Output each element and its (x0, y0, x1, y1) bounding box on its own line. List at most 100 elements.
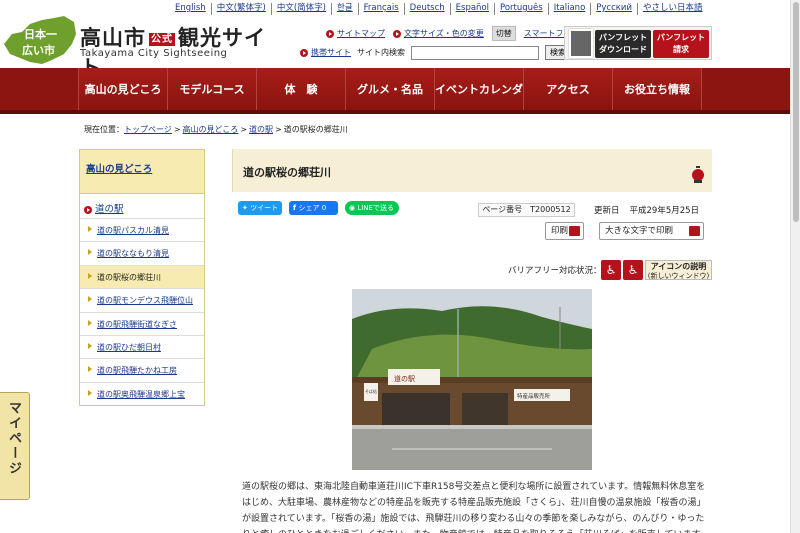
nav-item[interactable]: 高山の見どころ (78, 68, 167, 110)
side-nav-item-label: 道の駅飛騨たかね工房 (97, 366, 177, 376)
breadcrumb-top[interactable]: トップページ (124, 125, 172, 134)
pamphlet-request-line2: 請求 (673, 45, 689, 54)
mobile-site-label: 携帯サイト (311, 48, 351, 57)
side-nav-item-label: 道の駅ななもり清見 (97, 249, 169, 259)
nav-item[interactable]: モデルコース (167, 68, 256, 110)
side-nav-item-label: 道の駅モンデウス飛騨位山 (97, 296, 193, 306)
page-paragraph: 道の駅桜の郷は、東海北陸自動車道荘川IC下車R158号交差点と便利な場所に設置さ… (242, 482, 709, 533)
arrow-icon (326, 29, 334, 38)
global-nav: 高山の見どころ モデルコース体 験グルメ・名品 イベントカレンダー アクセス お役立ち情… (0, 68, 800, 140)
side-nav-category-link[interactable]: 道の駅 (95, 204, 124, 215)
breadcrumb-sights[interactable]: 高山の見どころ (183, 125, 239, 134)
print-button[interactable]: 印刷 (545, 222, 584, 240)
side-nav-item[interactable]: 道の駅飛騨たかね工房 (80, 358, 204, 381)
arrow-icon (393, 29, 401, 38)
language-link[interactable]: 中文(简体字) (270, 3, 331, 15)
nav-item[interactable]: グルメ・名品 (345, 68, 434, 110)
mobile-site-link[interactable]: 携帯サイト (300, 47, 351, 58)
pamphlet-download-button[interactable]: パンフレット ダウンロード (595, 30, 651, 58)
icon-help-sub: (新しいウィンドウ) (647, 272, 710, 280)
side-nav-item[interactable]: 道の駅ななもり清見 (80, 241, 204, 264)
lantern-icon (692, 166, 704, 183)
icon-help-button[interactable]: アイコンの説明 (新しいウィンドウ) (645, 260, 712, 280)
barrier-free-label: バリアフリー対応状況： (508, 266, 602, 276)
sitemap-link[interactable]: サイトマップ (326, 28, 385, 39)
arrow-icon (300, 48, 308, 57)
language-link[interactable]: Español (449, 3, 494, 15)
breadcrumb-sep: > (240, 125, 248, 134)
side-nav-item-label: 道の駅桜の郷荘川 (97, 272, 161, 282)
switch-badge: 切替 (491, 26, 516, 41)
scrollbar-thumb[interactable] (793, 2, 799, 222)
photo-sign-soba: そば処 (365, 388, 377, 394)
triangle-icon (88, 389, 92, 396)
utility-links: サイトマップ 文字サイズ・色の変更 切替 スマートフォン (326, 26, 580, 41)
pamphlet-cover-icon (569, 29, 593, 58)
language-link[interactable]: やさしい日本語 (636, 3, 708, 15)
language-link[interactable]: Português (494, 3, 548, 15)
pamphlet-request-button[interactable]: パンフレット 請求 (653, 30, 709, 58)
page-title-box: 道の駅桜の郷荘川 (232, 149, 712, 192)
side-nav-item-label: 道の駅ひだ朝日村 (97, 342, 161, 352)
language-link[interactable]: Русский (590, 3, 637, 15)
search-input[interactable] (411, 45, 539, 60)
side-nav-heading: 高山の見どころ (80, 150, 204, 194)
triangle-icon (88, 342, 92, 349)
share-label: シェア 0 (298, 204, 327, 212)
language-link[interactable]: Deutsch (403, 3, 450, 15)
map-logo-icon: 日本一 広い市 (4, 16, 76, 64)
bird-icon: ✦ (242, 204, 251, 212)
side-nav-item-label: 道の駅飛騨街道なぎさ (97, 319, 177, 329)
nav-item[interactable]: 体 験 (256, 68, 345, 110)
language-link[interactable]: Italiano (547, 3, 591, 15)
printer-icon (689, 226, 700, 236)
updated: 更新日 平成29年5月25日 (594, 204, 709, 216)
pamphlet-download-line2: ダウンロード (599, 45, 647, 54)
breadcrumb-label: 現在位置： (84, 125, 124, 134)
official-badge: 公式 (149, 33, 175, 46)
side-nav-item[interactable]: 道の駅奥飛騨温泉郷上宝 (80, 381, 204, 405)
site-logo[interactable]: 日本一 広い市 高山市公式観光サイト Takayama City Sightse… (2, 14, 278, 80)
breadcrumb-michinoeki[interactable]: 道の駅 (249, 125, 273, 134)
print-large-label: 大きな文字で印刷 (605, 226, 674, 236)
side-nav-item[interactable]: 道の駅桜の郷荘川 (80, 264, 204, 289)
nav-item[interactable]: アクセス (523, 68, 612, 110)
side-nav-item[interactable]: 道の駅パスカル清見 (80, 218, 204, 241)
side-nav-heading-link[interactable]: 高山の見どころ (86, 164, 152, 175)
line-label: LINEで送る (357, 204, 394, 212)
tweet-button[interactable]: ✦ ツイート (238, 201, 282, 215)
line-share-button[interactable]: ◉ LINEで送る (345, 201, 399, 215)
language-link[interactable]: Français (357, 3, 404, 15)
triangle-icon (88, 319, 92, 326)
vertical-scrollbar[interactable] (790, 0, 800, 533)
side-nav-item[interactable]: 道の駅飛騨街道なぎさ (80, 311, 204, 335)
search-row: 携帯サイト サイト内検索 検索 (300, 45, 571, 60)
page-number: ページ番号 T2000512 (478, 203, 575, 217)
side-nav-item[interactable]: 道の駅ひだ朝日村 (80, 334, 204, 358)
wheelchair-access-icon: ♿ (601, 260, 621, 280)
nav-item[interactable]: イベントカレンダー (434, 68, 523, 140)
mypage-tab[interactable]: マイページ (0, 392, 30, 500)
site-title-city: 高山市 (80, 25, 146, 50)
side-nav-category: 道の駅 (80, 194, 204, 218)
side-nav: 高山の見どころ 道の駅 道の駅パスカル清見 道の駅ななもり清見 道の駅桜の郷荘川 道の… (79, 149, 205, 407)
accessible-toilet-icon: ♿ (623, 260, 643, 280)
language-link[interactable]: 한글 (330, 3, 358, 15)
nav-item[interactable]: お役立ち情報 (612, 68, 702, 110)
printer-icon (569, 226, 580, 236)
triangle-icon (88, 366, 92, 373)
updated-date: 平成29年5月25日 (629, 206, 700, 216)
station-photo: 道の駅 そば処 特産品販売所 (352, 289, 592, 470)
side-nav-item-label: 道の駅パスカル清見 (97, 226, 169, 235)
print-large-button[interactable]: 大きな文字で印刷 (599, 222, 704, 240)
facebook-share-button[interactable]: f シェア 0 (289, 201, 338, 215)
breadcrumb-sep: > (173, 125, 181, 134)
mypage-label: マイページ (6, 401, 21, 476)
updated-label: 更新日 (594, 206, 620, 216)
tweet-label: ツイート (250, 204, 279, 212)
textsize-link[interactable]: 文字サイズ・色の変更 (393, 28, 484, 39)
side-nav-item[interactable]: 道の駅モンデウス飛騨位山 (80, 288, 204, 311)
pamphlet-request-line1: パンフレット (656, 33, 706, 42)
breadcrumb-sep: > (275, 125, 282, 134)
textsize-label: 文字サイズ・色の変更 (404, 29, 484, 38)
